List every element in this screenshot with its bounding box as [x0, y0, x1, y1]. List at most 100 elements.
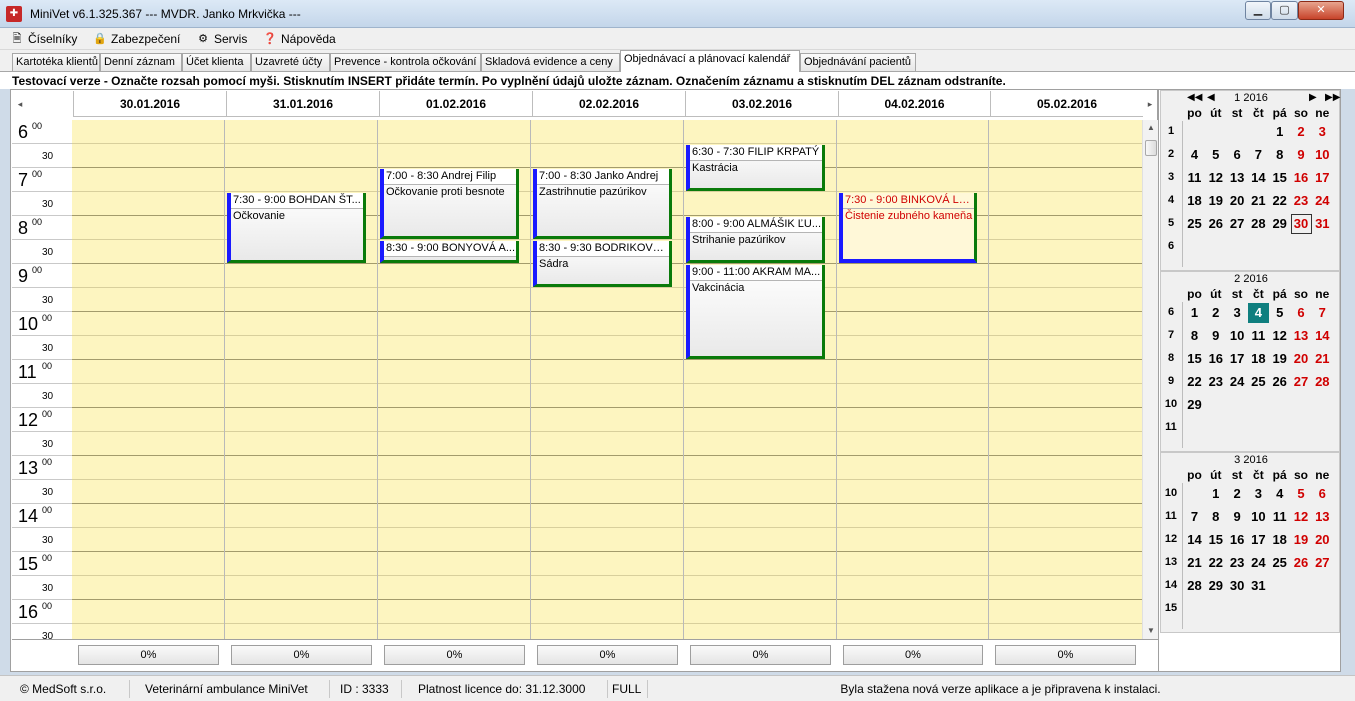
scrollbar-thumb[interactable]: [1145, 140, 1157, 156]
calendar-day[interactable]: 25: [1269, 553, 1290, 573]
calendar-day[interactable]: 5: [1291, 484, 1312, 504]
calendar-day[interactable]: 29: [1184, 395, 1205, 415]
calendar-day[interactable]: 24: [1312, 191, 1333, 211]
calendar-day[interactable]: 22: [1205, 553, 1226, 573]
calendar-day[interactable]: 21: [1184, 553, 1205, 573]
maximize-button[interactable]: ▢: [1271, 1, 1298, 20]
calendar-day[interactable]: 22: [1269, 191, 1290, 211]
calendar-day[interactable]: 26: [1291, 553, 1312, 573]
calendar-day[interactable]: 8: [1184, 326, 1205, 346]
day-header[interactable]: 01.02.2016: [379, 91, 532, 117]
calendar-day[interactable]: 3: [1248, 484, 1269, 504]
calendar-day[interactable]: 25: [1184, 214, 1205, 234]
menu-zabezpe-en-[interactable]: 🔒 Zabezpečení: [93, 31, 180, 47]
calendar-day[interactable]: 11: [1269, 507, 1290, 527]
scroll-down-button[interactable]: ▼: [1143, 623, 1159, 639]
calendar-day[interactable]: 2: [1205, 303, 1226, 323]
calendar-day[interactable]: 1: [1269, 122, 1290, 142]
calendar-day[interactable]: 1: [1184, 303, 1205, 323]
day-header[interactable]: 30.01.2016: [73, 91, 226, 117]
calendar-day[interactable]: 14: [1312, 326, 1333, 346]
calendar-day[interactable]: 2: [1291, 122, 1312, 142]
calendar-day[interactable]: 9: [1205, 326, 1226, 346]
day-header[interactable]: 05.02.2016: [990, 91, 1143, 117]
calendar-day[interactable]: 23: [1227, 553, 1248, 573]
calendar-day[interactable]: 5: [1205, 145, 1226, 165]
calendar-day[interactable]: 12: [1291, 507, 1312, 527]
calendar-day[interactable]: 10: [1227, 326, 1248, 346]
calendar-day[interactable]: 16: [1205, 349, 1226, 369]
calendar-day[interactable]: 18: [1248, 349, 1269, 369]
tab-7[interactable]: Objednávací a plánovací kalendář: [620, 50, 800, 72]
calendar-day[interactable]: 23: [1291, 191, 1312, 211]
calendar-day[interactable]: 6: [1227, 145, 1248, 165]
calendar-day[interactable]: 13: [1227, 168, 1248, 188]
calendar-day[interactable]: 25: [1248, 372, 1269, 392]
calendar-day[interactable]: 17: [1227, 349, 1248, 369]
calendar-day[interactable]: 21: [1248, 191, 1269, 211]
tab-1[interactable]: Kartotéka klientů: [12, 53, 100, 71]
calendar-day[interactable]: 3: [1227, 303, 1248, 323]
calendar-day[interactable]: 12: [1205, 168, 1226, 188]
calendar-day[interactable]: 11: [1184, 168, 1205, 188]
menu-n-pov-da[interactable]: ❓ Nápověda: [263, 31, 336, 47]
calendar-day[interactable]: 21: [1312, 349, 1333, 369]
calendar-day[interactable]: 20: [1227, 191, 1248, 211]
calendar-day[interactable]: 13: [1291, 326, 1312, 346]
calendar-day[interactable]: 28: [1184, 576, 1205, 596]
appointment[interactable]: 8:30 - 9:30 BODRIKOVÁ ... Sádra: [533, 241, 672, 287]
tab-3[interactable]: Účet klienta: [182, 53, 251, 71]
calendar-day[interactable]: 13: [1312, 507, 1333, 527]
calendar-day[interactable]: 10: [1248, 507, 1269, 527]
appointment[interactable]: 9:00 - 11:00 AKRAM MA... Vakcinácia: [686, 265, 825, 359]
appointment[interactable]: 7:30 - 9:00 BINKOVÁ LE... Čistenie zubnéh…: [839, 193, 977, 263]
calendar-day[interactable]: 2: [1227, 484, 1248, 504]
calendar-day[interactable]: 17: [1312, 168, 1333, 188]
tab-2[interactable]: Denní záznam: [100, 53, 182, 71]
day-header[interactable]: 02.02.2016: [532, 91, 685, 117]
next-month-button[interactable]: ▶: [1309, 92, 1317, 103]
calendar-day[interactable]: 14: [1248, 168, 1269, 188]
calendar-day[interactable]: 28: [1312, 372, 1333, 392]
calendar-day[interactable]: 24: [1248, 553, 1269, 573]
calendar-grid[interactable]: 7:30 - 9:00 BOHDAN ŠT... Očkovanie 7:00 - …: [72, 120, 1142, 639]
calendar-day[interactable]: 31: [1248, 576, 1269, 596]
calendar-day[interactable]: 31: [1312, 214, 1333, 234]
calendar-day[interactable]: 6: [1312, 484, 1333, 504]
tab-8[interactable]: Objednávání pacientů: [800, 53, 916, 71]
tab-4[interactable]: Uzavreté účty: [251, 53, 330, 71]
day-header[interactable]: 31.01.2016: [226, 91, 379, 117]
calendar-day[interactable]: 3: [1312, 122, 1333, 142]
calendar-day[interactable]: 14: [1184, 530, 1205, 550]
menu--seln-ky[interactable]: 🗎 Číselníky: [10, 31, 78, 47]
calendar-day[interactable]: 9: [1291, 145, 1312, 165]
appointment[interactable]: 7:00 - 8:30 Andrej Filip Očkovanie proti …: [380, 169, 519, 239]
calendar-day[interactable]: 29: [1205, 576, 1226, 596]
day-header[interactable]: 03.02.2016: [685, 91, 838, 117]
calendar-day[interactable]: 19: [1291, 530, 1312, 550]
calendar-day[interactable]: 10: [1312, 145, 1333, 165]
scroll-up-button[interactable]: ▲: [1143, 120, 1159, 136]
minimize-button[interactable]: ▁: [1245, 1, 1271, 20]
calendar-day[interactable]: 12: [1269, 326, 1290, 346]
calendar-day[interactable]: 19: [1269, 349, 1290, 369]
calendar-day[interactable]: 15: [1184, 349, 1205, 369]
calendar-day[interactable]: 1: [1205, 484, 1226, 504]
next-year-button[interactable]: ▶▶: [1325, 92, 1340, 103]
calendar-day[interactable]: 22: [1184, 372, 1205, 392]
calendar-day[interactable]: 8: [1269, 145, 1290, 165]
calendar-day[interactable]: 16: [1227, 530, 1248, 550]
calendar-day[interactable]: 7: [1312, 303, 1333, 323]
prev-month-button[interactable]: ◀: [1207, 92, 1215, 103]
calendar-day[interactable]: 11: [1248, 326, 1269, 346]
calendar-day[interactable]: 15: [1269, 168, 1290, 188]
appointment[interactable]: 7:00 - 8:30 Janko Andrej Zastrihnutie paz…: [533, 169, 672, 239]
calendar-day[interactable]: 20: [1312, 530, 1333, 550]
prev-year-button[interactable]: ◀◀: [1187, 92, 1202, 103]
calendar-day[interactable]: 7: [1248, 145, 1269, 165]
calendar-day[interactable]: 18: [1269, 530, 1290, 550]
calendar-day[interactable]: 4: [1247, 303, 1269, 323]
calendar-day[interactable]: 27: [1291, 372, 1312, 392]
tab-6[interactable]: Skladová evidence a ceny: [481, 53, 620, 71]
calendar-day[interactable]: 15: [1205, 530, 1226, 550]
